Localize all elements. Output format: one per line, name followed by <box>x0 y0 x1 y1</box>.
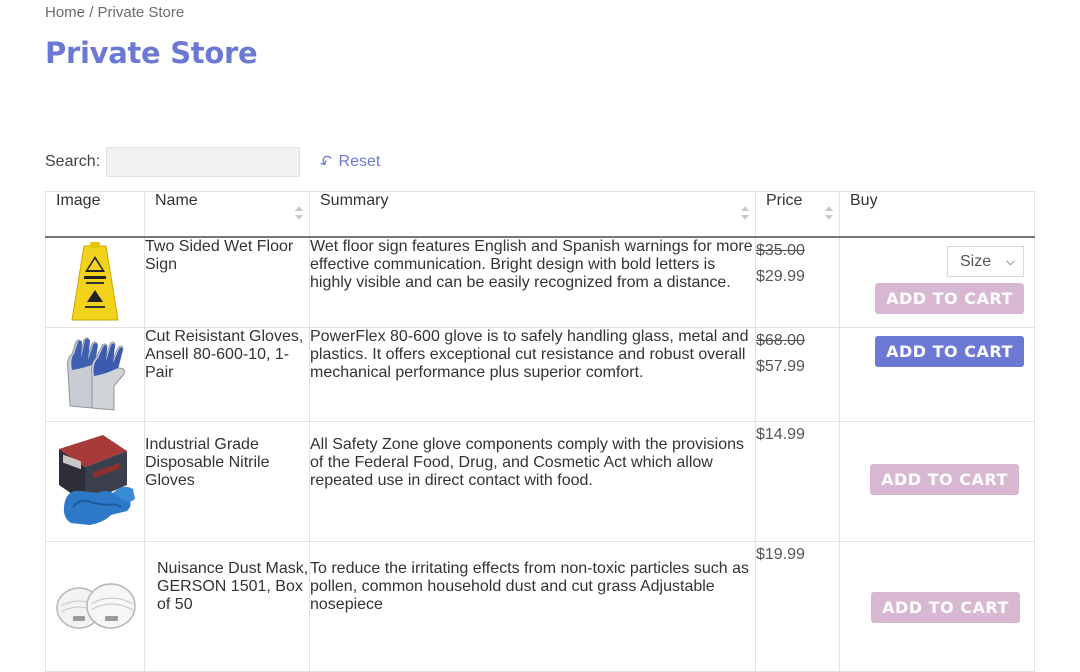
nitrile-gloves-box-icon[interactable] <box>53 433 137 529</box>
reset-label: Reset <box>338 153 381 170</box>
add-to-cart-button[interactable]: ADD TO CART <box>875 335 1024 367</box>
product-name[interactable]: Industrial Grade Disposable Nitrile Glov… <box>144 420 310 542</box>
sort-icon[interactable] <box>825 206 833 220</box>
dust-mask-icon[interactable] <box>53 576 137 636</box>
reset-icon: ↶ <box>317 151 338 174</box>
product-image-cell <box>45 236 145 328</box>
breadcrumb: Home / Private Store <box>45 4 184 21</box>
original-price: $35.00 <box>756 242 805 259</box>
sale-price: $57.99 <box>756 357 805 375</box>
sale-price: $29.99 <box>756 268 805 285</box>
column-header-buy: Buy <box>839 191 1035 238</box>
product-summary: To reduce the irritating effects from no… <box>309 540 756 672</box>
buy-cell: Size ⌵ ADD TO CART <box>839 236 1035 328</box>
product-image-cell <box>45 326 145 422</box>
page-title: Private Store <box>45 36 258 70</box>
sort-icon[interactable] <box>741 206 749 220</box>
original-price: $68.00 <box>756 331 805 349</box>
product-image-cell <box>45 540 145 672</box>
buy-cell: ADD TO CART <box>839 420 1035 542</box>
products-table: Image Name Summary Price Buy Two Sided W… <box>45 191 1035 672</box>
chevron-down-icon: ⌵ <box>1005 254 1015 268</box>
column-header-image: Image <box>45 191 145 238</box>
product-name[interactable]: Nuisance Dust Mask, GERSON 1501, Box of … <box>144 540 310 672</box>
cut-resistant-gloves-icon[interactable] <box>62 336 128 412</box>
search-label: Search: <box>45 153 101 170</box>
column-header-name[interactable]: Name <box>144 191 310 238</box>
table-row: Nuisance Dust Mask, GERSON 1501, Box of … <box>45 540 1035 672</box>
sort-icon[interactable] <box>295 206 303 220</box>
price-cell: $19.99 <box>755 540 840 672</box>
product-name[interactable]: Cut Reisistant Gloves, Ansell 80-600-10,… <box>144 326 310 422</box>
table-row: Cut Reisistant Gloves, Ansell 80-600-10,… <box>45 326 1035 422</box>
size-select-value: Size <box>960 253 992 270</box>
column-header-price[interactable]: Price <box>755 191 840 238</box>
buy-cell: ADD TO CART <box>839 326 1035 422</box>
product-summary: PowerFlex 80-600 glove is to safely hand… <box>309 326 756 422</box>
table-row: Industrial Grade Disposable Nitrile Glov… <box>45 420 1035 542</box>
buy-cell: ADD TO CART <box>839 540 1035 672</box>
price-cell: $35.00 $29.99 <box>755 236 840 328</box>
table-row: Two Sided Wet Floor Sign Wet floor sign … <box>45 236 1035 328</box>
breadcrumb-separator: / <box>89 4 94 21</box>
add-to-cart-button[interactable]: ADD TO CART <box>875 283 1024 314</box>
price-cell: $68.00 $57.99 <box>755 326 840 422</box>
breadcrumb-home-link[interactable]: Home <box>45 4 85 21</box>
breadcrumb-current: Private Store <box>97 4 185 21</box>
column-header-summary[interactable]: Summary <box>309 191 756 238</box>
wet-floor-sign-icon[interactable] <box>70 242 120 322</box>
table-header-row: Image Name Summary Price Buy <box>45 191 1035 238</box>
size-select[interactable]: Size ⌵ <box>947 246 1024 277</box>
add-to-cart-button[interactable]: ADD TO CART <box>870 463 1019 495</box>
search-bar: Search: ↶ Reset <box>45 146 380 178</box>
sale-price: $19.99 <box>756 545 805 563</box>
reset-button[interactable]: ↶ Reset <box>317 152 381 173</box>
search-input[interactable] <box>106 147 301 177</box>
product-name[interactable]: Two Sided Wet Floor Sign <box>144 236 310 328</box>
product-image-cell <box>45 420 145 542</box>
price-cell: $14.99 <box>755 420 840 542</box>
product-summary: All Safety Zone glove components comply … <box>309 420 756 542</box>
sale-price: $14.99 <box>756 425 805 443</box>
product-summary: Wet floor sign features English and Span… <box>309 236 756 328</box>
add-to-cart-button[interactable]: ADD TO CART <box>871 591 1020 623</box>
